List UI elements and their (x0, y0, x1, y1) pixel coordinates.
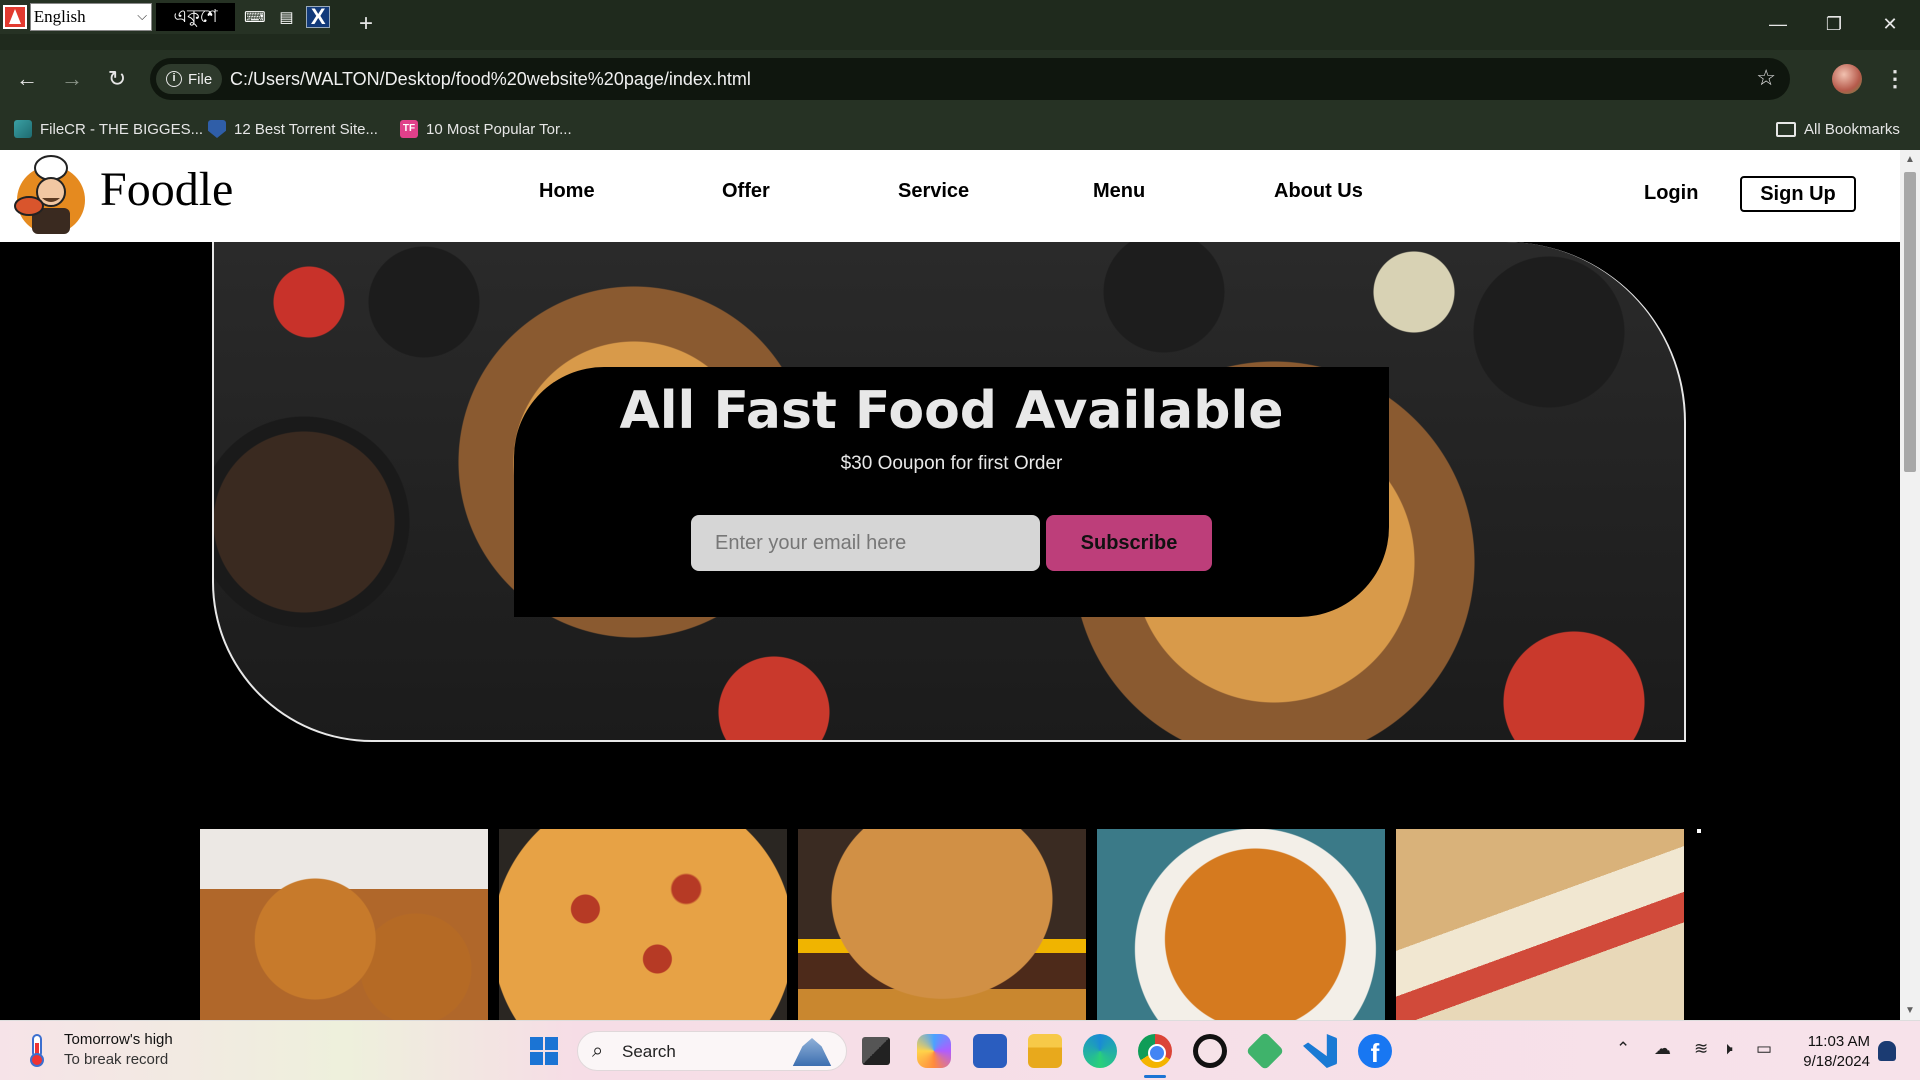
restore-button[interactable]: ❐ (1814, 8, 1854, 40)
notification-bell-icon[interactable] (1878, 1041, 1896, 1061)
taskbar-search[interactable]: ⌕ Search (577, 1031, 847, 1071)
filecr-icon (14, 120, 32, 138)
nav-offer[interactable]: Offer (722, 180, 770, 203)
web-page: Foodle Home Offer Service Menu About Us … (0, 150, 1900, 1020)
browser-tab-bar: English ⌵ একুশে ⌨ ▤ X + — ❐ ✕ (0, 0, 1920, 50)
clock-time[interactable]: 11:03 AM (1800, 1033, 1870, 1050)
folder-icon (1776, 121, 1796, 137)
bookmark-popular-tor[interactable]: TF 10 Most Popular Tor... (400, 108, 572, 150)
address-bar[interactable]: i File C:/Users/WALTON/Desktop/food%20we… (150, 58, 1790, 100)
bengali-keyboard-label[interactable]: একুশে (156, 3, 235, 31)
file-chip-label: File (188, 70, 213, 88)
site-info-chip[interactable]: i File (156, 64, 222, 94)
nav-menu[interactable]: Menu (1093, 180, 1145, 203)
keyboard-icon[interactable]: ⌨ (243, 6, 267, 28)
search-label: Search (622, 1042, 676, 1061)
new-tab-button[interactable]: + (353, 11, 379, 37)
email-input[interactable] (691, 515, 1040, 571)
back-icon[interactable]: ← (12, 64, 42, 94)
battery-icon[interactable]: ▭ (1756, 1039, 1772, 1059)
whatsapp-icon[interactable] (1193, 1034, 1227, 1068)
bookmark-label: FileCR - THE BIGGES... (40, 120, 204, 138)
bookmark-torrent-sites[interactable]: 12 Best Torrent Site... (208, 108, 378, 150)
language-select[interactable]: English ⌵ (29, 3, 153, 31)
chevron-down-icon: ⌵ (137, 8, 148, 23)
carousel-dot (1697, 829, 1701, 833)
profile-avatar[interactable] (1832, 64, 1862, 94)
language-select-value: English (33, 7, 86, 26)
weather-subtitle: To break record (64, 1051, 169, 1068)
hero-card: All Fast Food Available $30 Ooupon for f… (514, 367, 1389, 617)
scroll-thumb[interactable] (1904, 172, 1916, 472)
file-explorer-icon[interactable] (1028, 1034, 1062, 1068)
edge-icon[interactable] (1083, 1034, 1117, 1068)
active-app-indicator (1144, 1075, 1166, 1078)
hero-subtitle: $30 Ooupon for first Order (840, 453, 1063, 474)
chef-logo-icon[interactable] (12, 154, 90, 236)
tray-chevron-icon[interactable]: ⌃ (1616, 1039, 1630, 1059)
clock-date[interactable]: 9/18/2024 (1790, 1053, 1870, 1070)
microsoft-store-icon[interactable] (973, 1034, 1007, 1068)
onedrive-icon[interactable]: ☁ (1654, 1039, 1671, 1059)
food-tile-burger[interactable] (798, 829, 1086, 1020)
thermometer-icon[interactable] (26, 1033, 48, 1067)
shield-icon (208, 120, 226, 138)
windows-start-icon[interactable] (530, 1037, 558, 1065)
search-highlight-icon (792, 1038, 832, 1066)
site-navbar: Foodle Home Offer Service Menu About Us … (0, 150, 1900, 242)
all-bookmarks-button[interactable]: All Bookmarks (1776, 108, 1900, 150)
scroll-up-icon[interactable]: ▲ (1905, 154, 1915, 165)
forward-icon[interactable]: → (57, 64, 87, 94)
hero-banner: All Fast Food Available $30 Ooupon for f… (212, 242, 1686, 742)
signup-button[interactable]: Sign Up (1740, 176, 1856, 212)
facebook-icon[interactable]: f (1358, 1034, 1392, 1068)
nav-service[interactable]: Service (898, 180, 969, 203)
task-view-icon[interactable] (862, 1037, 890, 1065)
nav-about-us[interactable]: About Us (1274, 180, 1363, 203)
scroll-down-icon[interactable]: ▼ (1905, 1005, 1915, 1016)
nav-home[interactable]: Home (539, 180, 595, 203)
food-tile-fried-chicken[interactable] (200, 829, 488, 1020)
brand-name[interactable]: Foodle (100, 162, 233, 217)
close-window-button[interactable]: ✕ (1870, 8, 1910, 40)
adobe-icon[interactable] (3, 5, 27, 29)
minimize-button[interactable]: — (1758, 8, 1798, 40)
tf-icon: TF (400, 120, 418, 138)
food-tile-pizza[interactable] (499, 829, 787, 1020)
all-bookmarks-label: All Bookmarks (1804, 120, 1900, 138)
bookmarks-bar: FileCR - THE BIGGES... 12 Best Torrent S… (0, 108, 1920, 150)
wifi-icon[interactable]: ≋ (1694, 1039, 1708, 1059)
extension-app-icon[interactable] (1245, 1031, 1285, 1071)
vscode-icon[interactable] (1303, 1034, 1337, 1068)
ime-settings-icon[interactable]: ▤ (275, 6, 299, 28)
subscribe-button[interactable]: Subscribe (1046, 515, 1212, 571)
food-tile-sandwich[interactable] (1396, 829, 1684, 1020)
taskbar: Tomorrow's high To break record ⌕ Search… (0, 1020, 1920, 1080)
ime-toolbar: English ⌵ একুশে ⌨ ▤ X (0, 0, 331, 34)
url-text[interactable]: C:/Users/WALTON/Desktop/food%20website%2… (230, 58, 751, 100)
food-tile-noodles[interactable] (1097, 829, 1385, 1020)
bookmark-label: 10 Most Popular Tor... (426, 120, 572, 138)
bookmark-star-icon[interactable]: ☆ (1756, 65, 1776, 91)
weather-title[interactable]: Tomorrow's high (64, 1031, 173, 1048)
bookmark-filecr[interactable]: FileCR - THE BIGGES... (14, 108, 203, 150)
login-link[interactable]: Login (1644, 182, 1698, 205)
copilot-icon[interactable] (917, 1034, 951, 1068)
bookmark-label: 12 Best Torrent Site... (234, 120, 378, 138)
reload-icon[interactable]: ↻ (102, 64, 132, 94)
ime-close-icon[interactable]: X (306, 4, 331, 29)
hero-title: All Fast Food Available (619, 381, 1284, 441)
search-icon: ⌕ (592, 1040, 604, 1062)
info-icon: i (166, 71, 182, 87)
browser-menu-icon[interactable]: ⋮ (1880, 64, 1910, 94)
chrome-icon[interactable] (1138, 1034, 1172, 1068)
volume-icon[interactable]: 🕨 (1722, 1039, 1733, 1059)
browser-toolbar: ← → ↻ i File C:/Users/WALTON/Desktop/foo… (0, 50, 1920, 108)
page-scrollbar[interactable]: ▲ ▼ (1900, 150, 1920, 1020)
